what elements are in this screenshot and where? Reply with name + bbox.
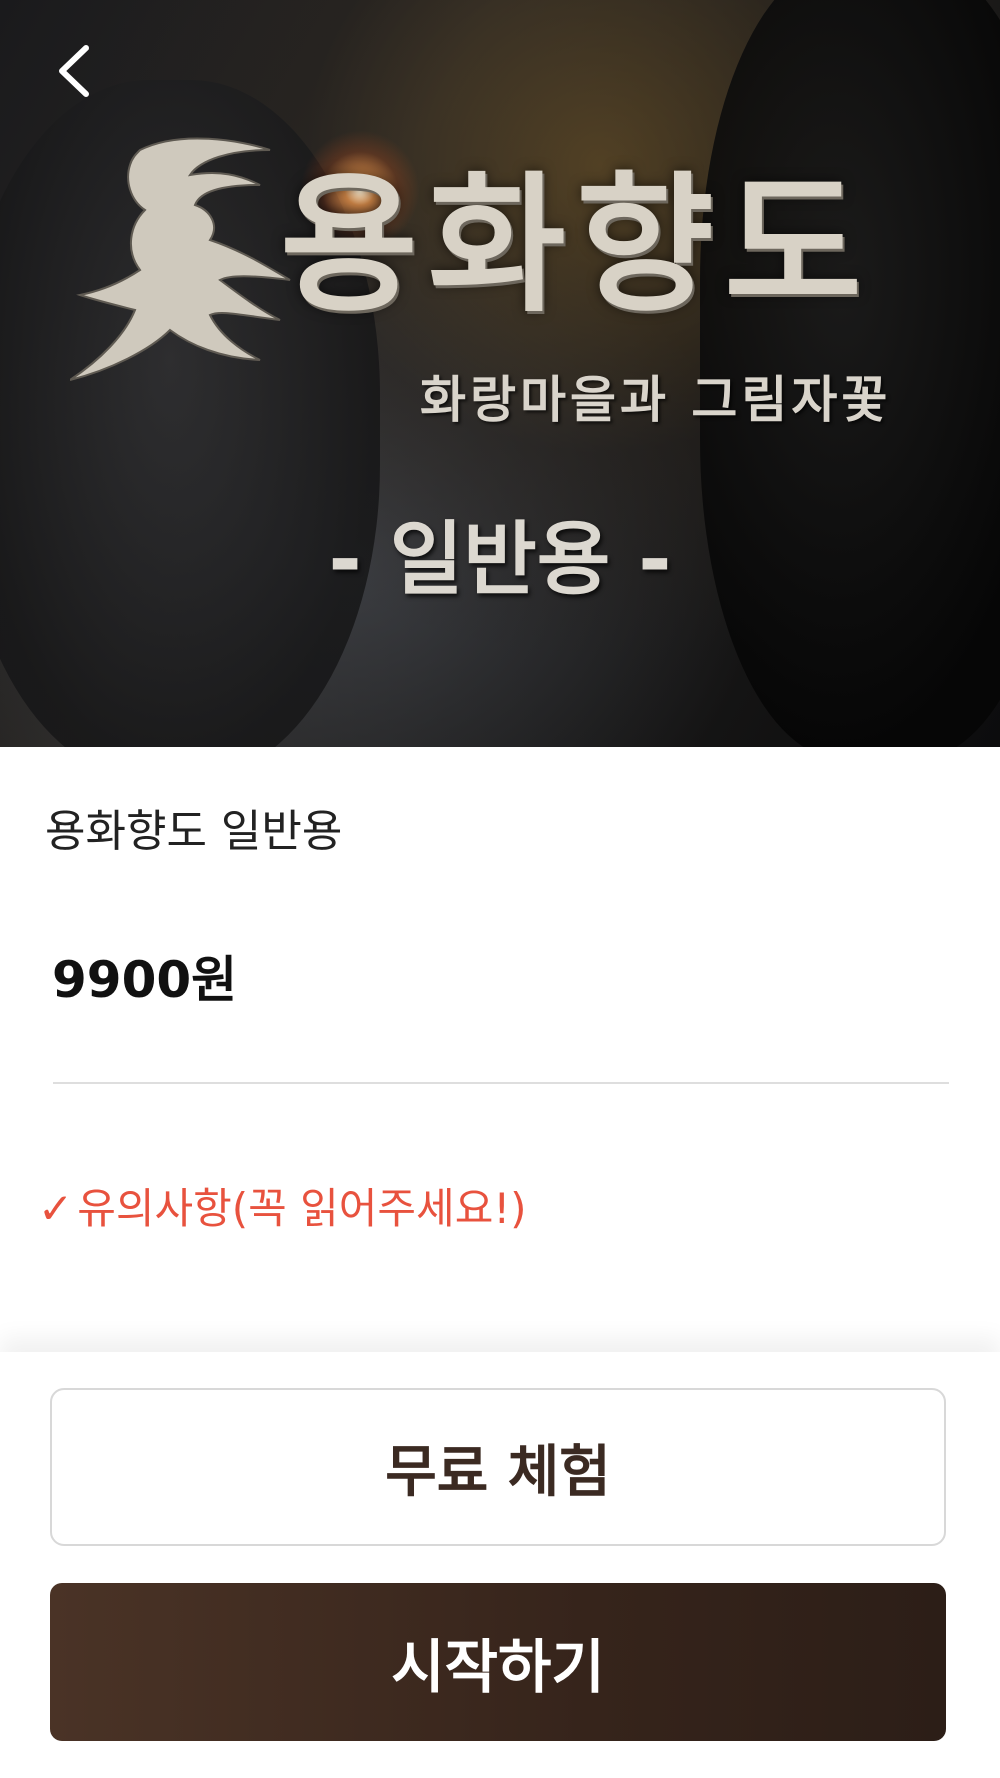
- game-logo: 용화향도 화랑마을과 그림자꽃: [70, 120, 920, 429]
- notice-text: 유의사항(꼭 읽어주세요!): [77, 1184, 527, 1233]
- dragon-emblem-icon: [70, 137, 291, 381]
- divider: [53, 1082, 949, 1084]
- logo-title: 용화향도: [280, 157, 873, 333]
- hero-banner: 용화향도 화랑마을과 그림자꽃 - 일반용 -: [0, 0, 1000, 747]
- chevron-left-icon: [59, 45, 89, 97]
- edition-label: - 일반용 -: [328, 513, 672, 606]
- free-trial-button[interactable]: 무료 체험: [50, 1388, 946, 1546]
- free-trial-label: 무료 체험: [385, 1439, 611, 1505]
- logo-subtitle: 화랑마을과 그림자꽃: [420, 371, 892, 429]
- product-price: 9900원: [52, 951, 238, 1009]
- notice-link[interactable]: ✓유의사항(꼭 읽어주세요!): [38, 1175, 527, 1236]
- start-button[interactable]: 시작하기: [50, 1583, 946, 1741]
- back-button[interactable]: [46, 36, 106, 106]
- start-label: 시작하기: [391, 1633, 605, 1701]
- check-icon: ✓: [38, 1184, 74, 1233]
- product-name: 용화향도 일반용: [45, 806, 343, 857]
